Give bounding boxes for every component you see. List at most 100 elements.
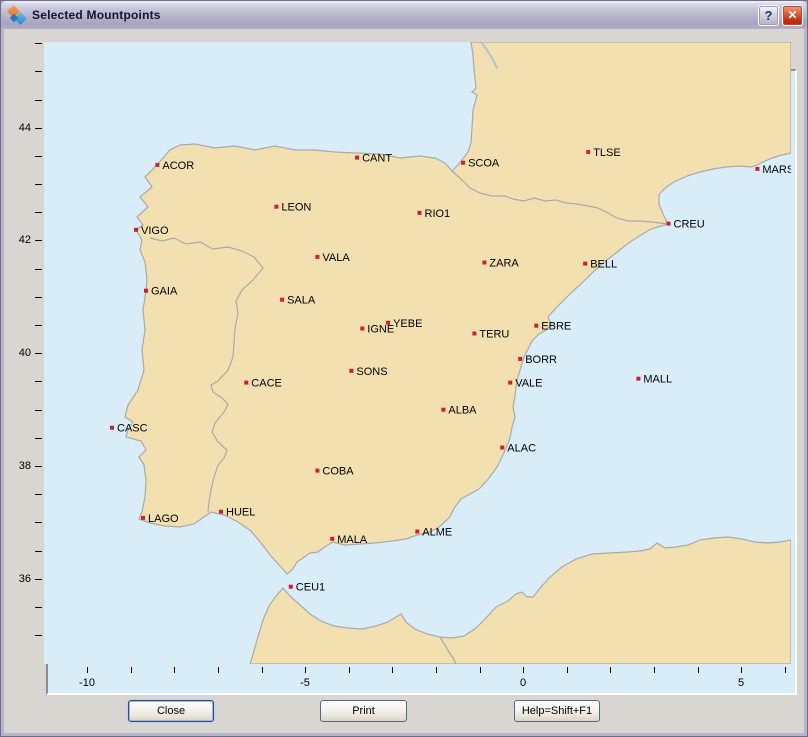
station-label: ALAC <box>507 443 536 455</box>
station-label: SONS <box>356 366 387 378</box>
x-tick-label: -5 <box>285 676 325 690</box>
x-tick <box>567 667 568 673</box>
station-marker <box>583 262 587 266</box>
y-tick <box>35 240 42 241</box>
station-label: VALE <box>515 378 542 390</box>
y-tick <box>35 269 42 270</box>
station-marker <box>155 163 159 167</box>
x-tick-label: 5 <box>721 676 761 690</box>
y-tick <box>35 551 42 552</box>
x-tick <box>436 667 437 673</box>
station-label: IGNE <box>367 324 394 336</box>
station-label: CREU <box>674 219 705 231</box>
x-tick <box>610 667 611 673</box>
help-icon[interactable]: ? <box>758 5 779 26</box>
x-tick <box>262 667 263 673</box>
y-tick <box>35 466 42 467</box>
station-label: EBRE <box>541 321 571 333</box>
y-tick <box>35 410 42 411</box>
station-marker <box>244 381 248 385</box>
y-tick <box>35 297 42 298</box>
station-marker <box>280 298 284 302</box>
x-tick <box>305 667 306 673</box>
x-tick <box>174 667 175 673</box>
station-label: LEON <box>281 202 311 214</box>
station-marker <box>482 261 486 265</box>
y-tick <box>35 522 42 523</box>
x-tick <box>349 667 350 673</box>
station-marker <box>315 255 319 259</box>
station-marker <box>330 537 334 541</box>
y-tick <box>35 71 42 72</box>
station-marker <box>315 469 319 473</box>
y-tick <box>35 381 42 382</box>
station-label: ZARA <box>489 258 519 270</box>
y-tick <box>35 128 42 129</box>
y-tick <box>35 579 42 580</box>
station-label: CASC <box>117 423 148 435</box>
x-tick <box>87 667 88 673</box>
window-title: Selected Mountpoints <box>32 8 161 22</box>
station-marker <box>349 369 353 373</box>
close-button[interactable]: Close <box>128 700 214 722</box>
x-tick <box>218 667 219 673</box>
y-tick-label: 36 <box>2 572 31 586</box>
station-label: VALA <box>322 252 350 264</box>
station-marker <box>508 381 512 385</box>
station-label: CEU1 <box>296 582 325 594</box>
x-tick <box>741 667 742 673</box>
y-tick <box>35 184 42 185</box>
station-marker <box>144 289 148 293</box>
station-marker <box>289 585 293 589</box>
station-label: ALME <box>422 527 452 539</box>
station-marker <box>636 377 640 381</box>
station-marker <box>355 156 359 160</box>
station-label: LAGO <box>148 513 179 525</box>
y-tick <box>35 494 42 495</box>
station-marker <box>441 408 445 412</box>
station-label: MALA <box>337 534 368 546</box>
y-tick <box>35 100 42 101</box>
station-marker <box>586 150 590 154</box>
selected-mountpoints-window: Selected Mountpoints ? ✕ ACORCANTSCOATLS… <box>0 0 808 737</box>
x-tick <box>392 667 393 673</box>
station-label: TERU <box>479 329 509 341</box>
y-tick <box>35 635 42 636</box>
station-marker <box>415 530 419 534</box>
station-label: MALL <box>643 374 672 386</box>
station-marker <box>219 510 223 514</box>
x-tick <box>523 667 524 673</box>
station-label: ACOR <box>162 160 194 172</box>
station-label: ALBA <box>448 405 477 417</box>
y-tick-label: 40 <box>2 346 31 360</box>
x-tick-label: -10 <box>67 676 107 690</box>
print-button[interactable]: Print <box>320 700 407 722</box>
x-tick <box>131 667 132 673</box>
station-marker <box>534 324 538 328</box>
x-tick <box>785 667 786 673</box>
station-marker <box>755 167 759 171</box>
close-icon[interactable]: ✕ <box>782 5 803 26</box>
station-label: RIO1 <box>425 208 451 220</box>
help-shortcut-button[interactable]: Help=Shift+F1 <box>514 700 600 722</box>
station-label: HUEL <box>226 507 255 519</box>
station-label: TLSE <box>593 147 621 159</box>
x-tick <box>698 667 699 673</box>
map-canvas: ACORCANTSCOATLSEMARSLEONRIO1CREUVIGOVALA… <box>44 42 791 664</box>
y-tick <box>35 43 42 44</box>
y-tick <box>35 607 42 608</box>
y-tick <box>35 353 42 354</box>
y-tick <box>35 438 42 439</box>
y-tick-label: 44 <box>2 121 31 135</box>
station-marker <box>360 327 364 331</box>
app-logo-icon <box>8 6 26 24</box>
station-label: MARS <box>762 164 791 176</box>
titlebar[interactable]: Selected Mountpoints ? ✕ <box>1 1 807 29</box>
station-label: YEBE <box>393 318 422 330</box>
station-marker <box>518 357 522 361</box>
y-tick <box>35 325 42 326</box>
y-tick <box>35 212 42 213</box>
x-tick <box>654 667 655 673</box>
y-tick-label: 38 <box>2 459 31 473</box>
station-marker <box>110 426 114 430</box>
